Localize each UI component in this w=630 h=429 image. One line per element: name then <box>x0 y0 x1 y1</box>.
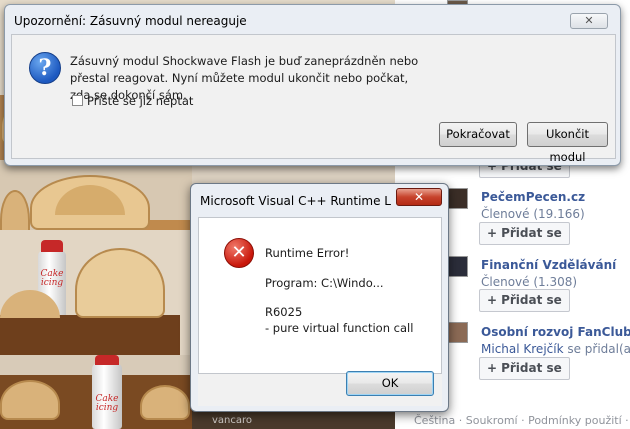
error-heading: Runtime Error! <box>265 246 350 260</box>
plus-icon: + <box>487 226 498 240</box>
stop-plugin-button[interactable]: Ukončit modul <box>527 122 608 164</box>
dialog-title: Upozornění: Zásuvný modul nereaguje <box>14 14 247 28</box>
close-button[interactable]: ✕ <box>396 188 442 206</box>
photo-middle: Cake icing <box>0 230 192 360</box>
dialog-title: Microsoft Visual C++ Runtime Libr... <box>200 194 392 208</box>
dialog-body: ? Zásuvný modul Shockwave Flash je buď z… <box>11 34 616 164</box>
group-name-pecempecen[interactable]: PečemPecen.cz <box>481 190 585 204</box>
dialog-body: ✕ Runtime Error! Program: C:\Windo... R6… <box>198 217 442 374</box>
plus-icon: + <box>487 361 498 375</box>
facebook-footer-links[interactable]: Čeština · Soukromí · Podmínky použití · <box>414 414 629 427</box>
plugin-warning-dialog: Upozornění: Zásuvný modul nereaguje ✕ ? … <box>4 4 621 166</box>
checkbox-label: Příště se již neptat <box>87 94 194 108</box>
join-group-button-financni[interactable]: + Přidat se <box>479 289 570 312</box>
can-label: Cake icing <box>40 269 64 288</box>
group-members-pecempecen: Členové (19.166) <box>481 207 585 221</box>
plus-icon: + <box>487 293 498 307</box>
error-code: R6025 <box>265 305 303 319</box>
group-name-osobni-rozvoj[interactable]: Osobní rozvoj FanClub <box>481 325 630 339</box>
close-button[interactable]: ✕ <box>570 13 608 29</box>
group-name-financni[interactable]: Finanční Vzdělávání <box>481 258 616 272</box>
group-thumbnail-financni <box>447 256 468 277</box>
ok-button[interactable]: OK <box>346 371 434 396</box>
checkbox-box[interactable] <box>72 95 83 106</box>
activity-user-link[interactable]: Michal Krejčík <box>481 342 564 356</box>
error-detail: - pure virtual function call <box>265 321 414 335</box>
can-label-2: Cake icing <box>95 394 119 413</box>
join-group-button-pecempecen[interactable]: + Přidat se <box>479 222 570 245</box>
group-activity-osobni-rozvoj: Michal Krejčík se přidal(a). <box>481 342 630 356</box>
error-icon: ✕ <box>224 238 254 268</box>
group-thumbnail-pecempecen <box>447 188 468 209</box>
error-program: Program: C:\Windo... <box>265 276 384 290</box>
photo-watermark: vancaro <box>212 415 253 426</box>
join-group-button-osobni-rozvoj[interactable]: + Přidat se <box>479 357 570 380</box>
group-thumbnail-osobni-rozvoj <box>447 322 468 343</box>
runtime-error-dialog: Microsoft Visual C++ Runtime Libr... ✕ ✕… <box>190 183 449 412</box>
question-icon: ? <box>29 52 61 84</box>
continue-button[interactable]: Pokračovat <box>439 122 517 147</box>
dont-ask-checkbox[interactable]: Příště se již neptat <box>72 94 193 108</box>
group-members-financni: Členové (1.308) <box>481 275 578 289</box>
photo-bottom-left: Cake icing <box>0 355 192 429</box>
